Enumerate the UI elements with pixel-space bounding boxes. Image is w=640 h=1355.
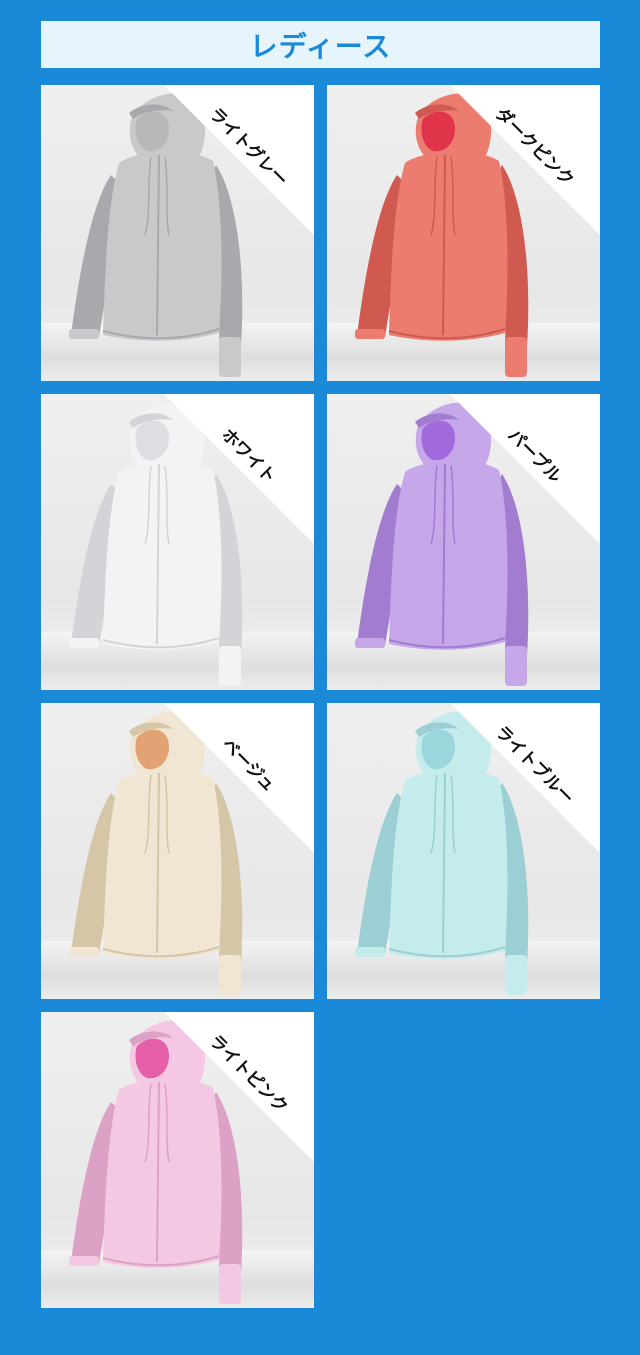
color-card-purple[interactable]: パープル bbox=[327, 394, 600, 690]
right-cuff bbox=[219, 955, 241, 995]
right-cuff bbox=[219, 337, 241, 377]
label-corner bbox=[164, 1012, 314, 1162]
left-cuff bbox=[355, 638, 385, 648]
section-title: レディース bbox=[249, 29, 392, 63]
section-header: レディース bbox=[41, 21, 600, 68]
left-cuff bbox=[355, 329, 385, 339]
right-cuff bbox=[219, 646, 241, 686]
label-corner bbox=[450, 703, 600, 853]
right-cuff bbox=[505, 337, 527, 377]
label-corner bbox=[164, 703, 314, 853]
left-cuff bbox=[69, 638, 99, 648]
color-card-light-gray[interactable]: ライトグレー bbox=[41, 85, 314, 381]
color-card-white[interactable]: ホワイト bbox=[41, 394, 314, 690]
label-corner bbox=[450, 394, 600, 544]
color-card-dark-pink[interactable]: ダークピンク bbox=[327, 85, 600, 381]
label-corner bbox=[164, 85, 314, 235]
left-cuff bbox=[69, 1256, 99, 1266]
right-cuff bbox=[505, 646, 527, 686]
label-corner bbox=[450, 85, 600, 235]
right-cuff bbox=[219, 1264, 241, 1304]
color-card-beige[interactable]: ベージュ bbox=[41, 703, 314, 999]
color-card-light-blue[interactable]: ライトブルー bbox=[327, 703, 600, 999]
left-cuff bbox=[69, 329, 99, 339]
label-corner bbox=[164, 394, 314, 544]
right-cuff bbox=[505, 955, 527, 995]
color-card-light-pink[interactable]: ライトピンク bbox=[41, 1012, 314, 1308]
left-cuff bbox=[69, 947, 99, 957]
left-cuff bbox=[355, 947, 385, 957]
